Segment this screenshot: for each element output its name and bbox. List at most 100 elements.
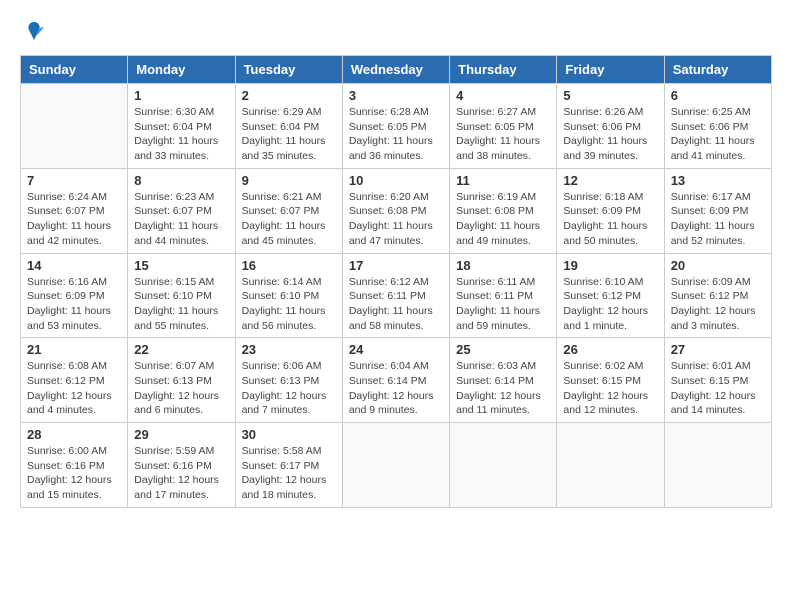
day-info: Sunrise: 6:21 AM Sunset: 6:07 PM Dayligh… (242, 190, 336, 249)
calendar-cell: 15 Sunrise: 6:15 AM Sunset: 6:10 PM Dayli… (128, 253, 235, 338)
page-header (20, 20, 772, 49)
calendar-cell: 8 Sunrise: 6:23 AM Sunset: 6:07 PM Daylig… (128, 168, 235, 253)
day-number: 8 (134, 173, 228, 188)
day-info: Sunrise: 6:10 AM Sunset: 6:12 PM Dayligh… (563, 275, 657, 334)
day-number: 25 (456, 342, 550, 357)
day-info: Sunrise: 6:29 AM Sunset: 6:04 PM Dayligh… (242, 105, 336, 164)
calendar-cell: 13 Sunrise: 6:17 AM Sunset: 6:09 PM Dayli… (664, 168, 771, 253)
day-info: Sunrise: 6:15 AM Sunset: 6:10 PM Dayligh… (134, 275, 228, 334)
day-info: Sunrise: 5:58 AM Sunset: 6:17 PM Dayligh… (242, 444, 336, 503)
column-header-friday: Friday (557, 56, 664, 84)
day-info: Sunrise: 6:06 AM Sunset: 6:13 PM Dayligh… (242, 359, 336, 418)
day-number: 24 (349, 342, 443, 357)
column-header-saturday: Saturday (664, 56, 771, 84)
calendar-week-row: 14 Sunrise: 6:16 AM Sunset: 6:09 PM Dayli… (21, 253, 772, 338)
day-number: 2 (242, 88, 336, 103)
calendar-cell: 19 Sunrise: 6:10 AM Sunset: 6:12 PM Dayli… (557, 253, 664, 338)
day-number: 6 (671, 88, 765, 103)
day-number: 29 (134, 427, 228, 442)
calendar-cell (664, 423, 771, 508)
calendar-cell: 6 Sunrise: 6:25 AM Sunset: 6:06 PM Daylig… (664, 84, 771, 169)
calendar-cell: 22 Sunrise: 6:07 AM Sunset: 6:13 PM Dayli… (128, 338, 235, 423)
day-number: 17 (349, 258, 443, 273)
day-number: 28 (27, 427, 121, 442)
day-number: 4 (456, 88, 550, 103)
calendar-cell: 28 Sunrise: 6:00 AM Sunset: 6:16 PM Dayli… (21, 423, 128, 508)
logo-icon (22, 20, 46, 44)
day-info: Sunrise: 6:07 AM Sunset: 6:13 PM Dayligh… (134, 359, 228, 418)
day-info: Sunrise: 6:12 AM Sunset: 6:11 PM Dayligh… (349, 275, 443, 334)
day-info: Sunrise: 6:25 AM Sunset: 6:06 PM Dayligh… (671, 105, 765, 164)
day-info: Sunrise: 6:11 AM Sunset: 6:11 PM Dayligh… (456, 275, 550, 334)
day-number: 30 (242, 427, 336, 442)
day-info: Sunrise: 6:02 AM Sunset: 6:15 PM Dayligh… (563, 359, 657, 418)
day-info: Sunrise: 6:00 AM Sunset: 6:16 PM Dayligh… (27, 444, 121, 503)
calendar-header-row: SundayMondayTuesdayWednesdayThursdayFrid… (21, 56, 772, 84)
day-info: Sunrise: 6:20 AM Sunset: 6:08 PM Dayligh… (349, 190, 443, 249)
day-number: 14 (27, 258, 121, 273)
logo-text (20, 20, 46, 49)
day-number: 10 (349, 173, 443, 188)
calendar-cell (557, 423, 664, 508)
calendar-cell: 30 Sunrise: 5:58 AM Sunset: 6:17 PM Dayli… (235, 423, 342, 508)
calendar-cell: 11Sunrise: 6:19 AM Sunset: 6:08 PM Dayli… (450, 168, 557, 253)
day-info: Sunrise: 6:04 AM Sunset: 6:14 PM Dayligh… (349, 359, 443, 418)
column-header-tuesday: Tuesday (235, 56, 342, 84)
logo (20, 20, 46, 49)
calendar-cell: 17 Sunrise: 6:12 AM Sunset: 6:11 PM Dayli… (342, 253, 449, 338)
calendar-week-row: 1Sunrise: 6:30 AM Sunset: 6:04 PM Daylig… (21, 84, 772, 169)
day-number: 21 (27, 342, 121, 357)
day-number: 15 (134, 258, 228, 273)
day-info: Sunrise: 6:14 AM Sunset: 6:10 PM Dayligh… (242, 275, 336, 334)
calendar-cell (342, 423, 449, 508)
calendar-cell (21, 84, 128, 169)
calendar-cell: 27 Sunrise: 6:01 AM Sunset: 6:15 PM Dayli… (664, 338, 771, 423)
day-number: 27 (671, 342, 765, 357)
day-number: 20 (671, 258, 765, 273)
calendar-cell: 9 Sunrise: 6:21 AM Sunset: 6:07 PM Daylig… (235, 168, 342, 253)
calendar-cell: 7 Sunrise: 6:24 AM Sunset: 6:07 PM Daylig… (21, 168, 128, 253)
calendar-cell: 2 Sunrise: 6:29 AM Sunset: 6:04 PM Daylig… (235, 84, 342, 169)
day-info: Sunrise: 6:18 AM Sunset: 6:09 PM Dayligh… (563, 190, 657, 249)
day-info: Sunrise: 6:17 AM Sunset: 6:09 PM Dayligh… (671, 190, 765, 249)
day-info: Sunrise: 6:27 AM Sunset: 6:05 PM Dayligh… (456, 105, 550, 164)
calendar-table: SundayMondayTuesdayWednesdayThursdayFrid… (20, 55, 772, 508)
day-number: 3 (349, 88, 443, 103)
day-info: Sunrise: 6:23 AM Sunset: 6:07 PM Dayligh… (134, 190, 228, 249)
calendar-cell: 29 Sunrise: 5:59 AM Sunset: 6:16 PM Dayli… (128, 423, 235, 508)
day-info: Sunrise: 6:19 AM Sunset: 6:08 PM Dayligh… (456, 190, 550, 249)
column-header-monday: Monday (128, 56, 235, 84)
calendar-cell: 4 Sunrise: 6:27 AM Sunset: 6:05 PM Daylig… (450, 84, 557, 169)
column-header-thursday: Thursday (450, 56, 557, 84)
day-number: 26 (563, 342, 657, 357)
calendar-cell: 12 Sunrise: 6:18 AM Sunset: 6:09 PM Dayli… (557, 168, 664, 253)
day-number: 16 (242, 258, 336, 273)
day-info: Sunrise: 6:03 AM Sunset: 6:14 PM Dayligh… (456, 359, 550, 418)
day-info: Sunrise: 6:26 AM Sunset: 6:06 PM Dayligh… (563, 105, 657, 164)
day-number: 22 (134, 342, 228, 357)
day-number: 9 (242, 173, 336, 188)
day-number: 7 (27, 173, 121, 188)
calendar-week-row: 21 Sunrise: 6:08 AM Sunset: 6:12 PM Dayli… (21, 338, 772, 423)
calendar-cell: 23Sunrise: 6:06 AM Sunset: 6:13 PM Dayli… (235, 338, 342, 423)
day-info: Sunrise: 6:24 AM Sunset: 6:07 PM Dayligh… (27, 190, 121, 249)
day-info: Sunrise: 6:01 AM Sunset: 6:15 PM Dayligh… (671, 359, 765, 418)
day-number: 18 (456, 258, 550, 273)
calendar-cell: 3 Sunrise: 6:28 AM Sunset: 6:05 PM Daylig… (342, 84, 449, 169)
column-header-sunday: Sunday (21, 56, 128, 84)
calendar-cell: 16 Sunrise: 6:14 AM Sunset: 6:10 PM Dayli… (235, 253, 342, 338)
calendar-cell: 24 Sunrise: 6:04 AM Sunset: 6:14 PM Dayli… (342, 338, 449, 423)
day-number: 1 (134, 88, 228, 103)
day-info: Sunrise: 6:16 AM Sunset: 6:09 PM Dayligh… (27, 275, 121, 334)
day-info: Sunrise: 6:28 AM Sunset: 6:05 PM Dayligh… (349, 105, 443, 164)
calendar-week-row: 28 Sunrise: 6:00 AM Sunset: 6:16 PM Dayli… (21, 423, 772, 508)
day-number: 19 (563, 258, 657, 273)
day-info: Sunrise: 6:08 AM Sunset: 6:12 PM Dayligh… (27, 359, 121, 418)
calendar-cell: 14 Sunrise: 6:16 AM Sunset: 6:09 PM Dayli… (21, 253, 128, 338)
day-number: 13 (671, 173, 765, 188)
calendar-cell: 10 Sunrise: 6:20 AM Sunset: 6:08 PM Dayli… (342, 168, 449, 253)
calendar-week-row: 7 Sunrise: 6:24 AM Sunset: 6:07 PM Daylig… (21, 168, 772, 253)
day-number: 12 (563, 173, 657, 188)
day-info: Sunrise: 5:59 AM Sunset: 6:16 PM Dayligh… (134, 444, 228, 503)
day-number: 5 (563, 88, 657, 103)
